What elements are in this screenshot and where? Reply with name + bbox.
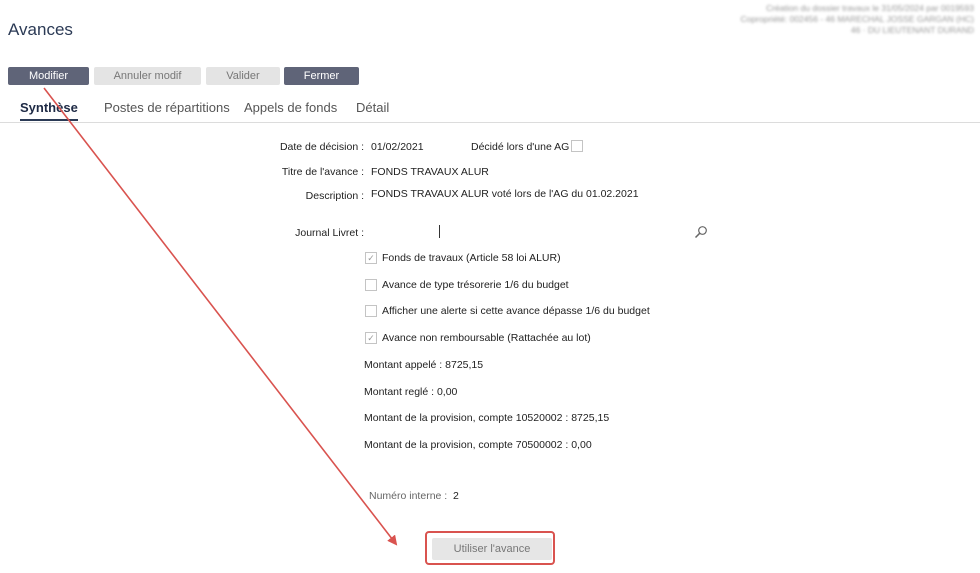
annotation-arrow <box>43 87 398 546</box>
